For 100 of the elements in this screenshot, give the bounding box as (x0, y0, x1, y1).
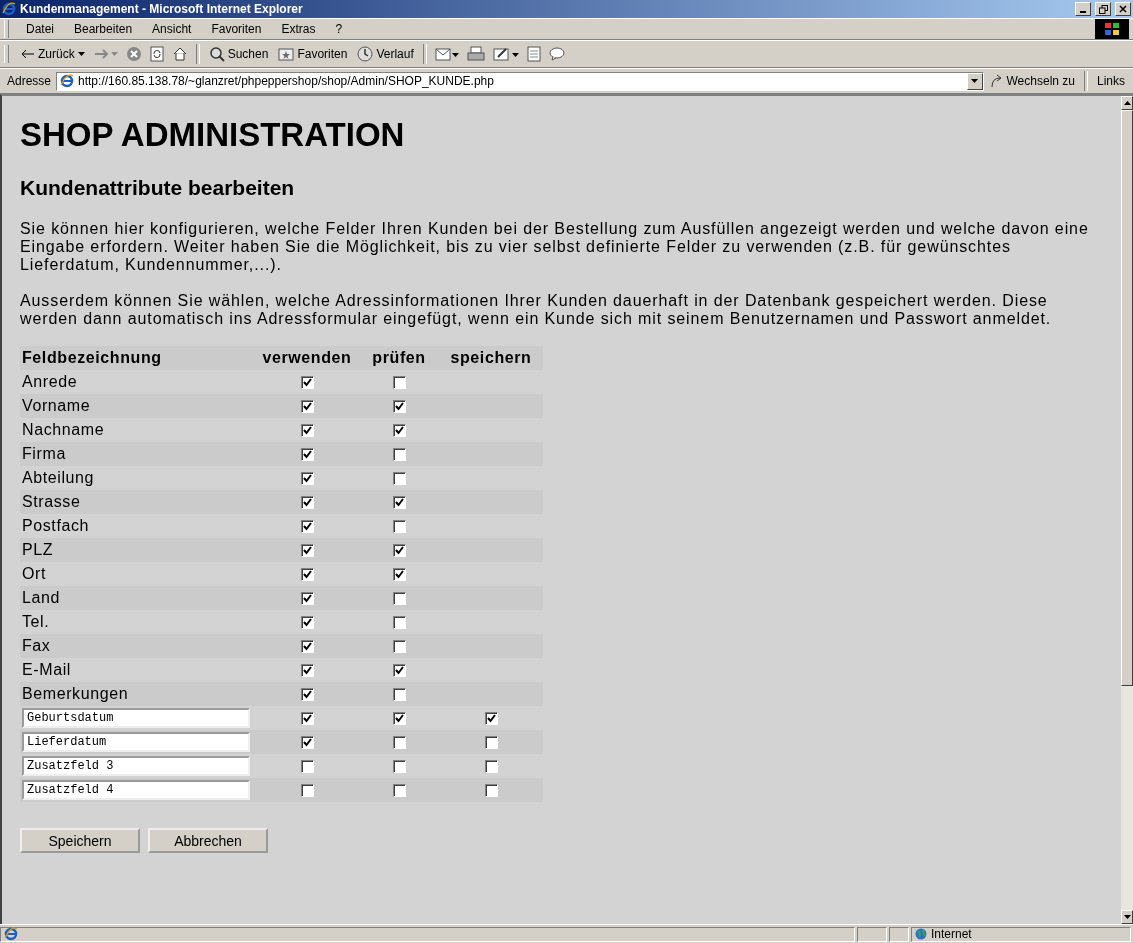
search-icon (208, 46, 225, 62)
checkbox[interactable] (300, 616, 314, 630)
checkbox[interactable] (484, 760, 498, 774)
checkbox[interactable] (300, 784, 314, 798)
checkbox[interactable] (300, 592, 314, 606)
checkbox[interactable] (300, 376, 314, 390)
checkbox[interactable] (392, 544, 406, 558)
checkbox[interactable] (392, 784, 406, 798)
checkbox[interactable] (392, 448, 406, 462)
links-button[interactable]: Links (1093, 72, 1129, 90)
checkbox[interactable] (392, 568, 406, 582)
checkbox[interactable] (484, 736, 498, 750)
up-arrow-icon (1123, 101, 1131, 105)
checkbox[interactable] (300, 688, 314, 702)
caret-icon (77, 52, 85, 56)
browser-icon (60, 74, 75, 88)
zone-label: Internet (931, 927, 972, 941)
menu-item[interactable]: Datei (17, 20, 63, 38)
checkbox[interactable] (300, 640, 314, 654)
checkbox[interactable] (300, 760, 314, 774)
column-header: prüfen (359, 346, 439, 370)
field-label: Bemerkungen (22, 685, 129, 702)
checkbox[interactable] (392, 424, 406, 438)
column-header: Feldbezeichnung (20, 346, 255, 370)
address-field[interactable]: http://160.85.138.78/~glanzret/phpeppershop/shop/Admin/SHOP_KUNDE.php (56, 71, 984, 91)
checkbox[interactable] (300, 568, 314, 582)
address-label: Adresse (6, 74, 53, 88)
checkbox[interactable] (392, 520, 406, 534)
checkbox[interactable] (300, 424, 314, 438)
menu-item[interactable]: Ansicht (143, 20, 201, 38)
dropdown-button[interactable] (966, 72, 983, 90)
field-label: Fax (22, 637, 51, 654)
checkbox[interactable] (484, 784, 498, 798)
paragraph: Ausserdem können Sie wählen, welche Adressinformationen Ihrer Kunden dauerhaft in der Datenbank gespeichert werden. Diese werden dann automatisch ins Adressformular eingefügt, wenn ein Kunde sich mit seinem Benutzernamen und Passwort anmeldet. (20, 292, 1053, 328)
checkbox[interactable] (392, 712, 406, 726)
checkbox[interactable] (300, 520, 314, 534)
checkbox[interactable] (300, 496, 314, 510)
field-label: Postfach (22, 517, 90, 534)
field-label: Nachname (22, 421, 105, 438)
paragraph: Sie können hier konfigurieren, welche Felder Ihren Kunden bei der Bestellung zum Ausfüllen angezeigt werden und welche davon eine Eingabe erfordern. Weiter haben Sie die Möglichkeit, bis zu vier selbst definierte Felder zu verwenden (z.B. für gewünschtes Lieferdatum, Kundennummer,...). (20, 220, 1090, 274)
browser-icon (2, 2, 16, 16)
clock-icon (357, 46, 374, 62)
checkbox[interactable] (392, 736, 406, 750)
custom-field-input[interactable]: Lieferdatum (22, 732, 250, 752)
status-panel (889, 926, 909, 942)
checkbox[interactable] (392, 640, 406, 654)
checkbox[interactable] (392, 472, 406, 486)
down-arrow-icon (1123, 915, 1131, 919)
close-button[interactable] (1115, 2, 1131, 16)
checkbox[interactable] (392, 688, 406, 702)
status-panel (857, 926, 887, 942)
column-header: speichern (439, 346, 543, 370)
go-button[interactable]: Wechseln zu (985, 72, 1079, 90)
menu-item[interactable]: ? (326, 20, 352, 38)
page-heading: SHOP ADMINISTRATION (20, 116, 406, 154)
menu-item[interactable]: Extras (272, 20, 325, 38)
section-heading: Kundenattribute bearbeiten (20, 176, 296, 200)
custom-field-input[interactable]: Geburtsdatum (22, 708, 250, 728)
favorites-button[interactable]: Favoriten (274, 45, 352, 63)
field-label: E-Mail (22, 661, 71, 678)
checkbox[interactable] (392, 376, 406, 390)
custom-field-input[interactable]: Zusatzfeld 4 (22, 780, 250, 800)
scrollbar[interactable] (1121, 96, 1133, 924)
field-label: Firma (22, 445, 66, 462)
back-button[interactable]: Zurück (17, 45, 89, 63)
checkbox[interactable] (392, 760, 406, 774)
menu-item[interactable]: Bearbeiten (65, 20, 142, 38)
form-button[interactable]: Speichern (20, 828, 140, 853)
checkbox[interactable] (300, 736, 314, 750)
field-label: Strasse (22, 493, 81, 510)
form-button[interactable]: Abbrechen (148, 828, 268, 853)
menu-item[interactable]: Favoriten (202, 20, 271, 38)
curved-arrow-icon (989, 74, 1004, 88)
minimize-button[interactable] (1075, 2, 1091, 16)
field-label: Land (22, 589, 60, 606)
restore-button[interactable] (1095, 2, 1111, 16)
checkbox[interactable] (392, 592, 406, 606)
checkbox[interactable] (392, 664, 406, 678)
checkbox[interactable] (300, 712, 314, 726)
browser-icon (4, 927, 18, 941)
globe-icon (915, 928, 927, 940)
column-header: verwenden (255, 346, 359, 370)
search-button[interactable]: Suchen (204, 44, 273, 64)
checkbox[interactable] (300, 544, 314, 558)
field-label: Ort (22, 565, 47, 582)
checkbox[interactable] (300, 448, 314, 462)
checkbox[interactable] (300, 472, 314, 486)
field-label: Vorname (22, 397, 91, 414)
checkbox[interactable] (392, 616, 406, 630)
field-label: PLZ (22, 541, 54, 558)
checkbox[interactable] (392, 496, 406, 510)
checkbox[interactable] (300, 400, 314, 414)
checkbox[interactable] (484, 712, 498, 726)
caret-icon (971, 79, 978, 83)
custom-field-input[interactable]: Zusatzfeld 3 (22, 756, 250, 776)
checkbox[interactable] (300, 664, 314, 678)
logo-icon (1095, 19, 1129, 39)
checkbox[interactable] (392, 400, 406, 414)
history-button[interactable]: Verlauf (353, 44, 418, 64)
star-folder-icon (278, 47, 295, 61)
